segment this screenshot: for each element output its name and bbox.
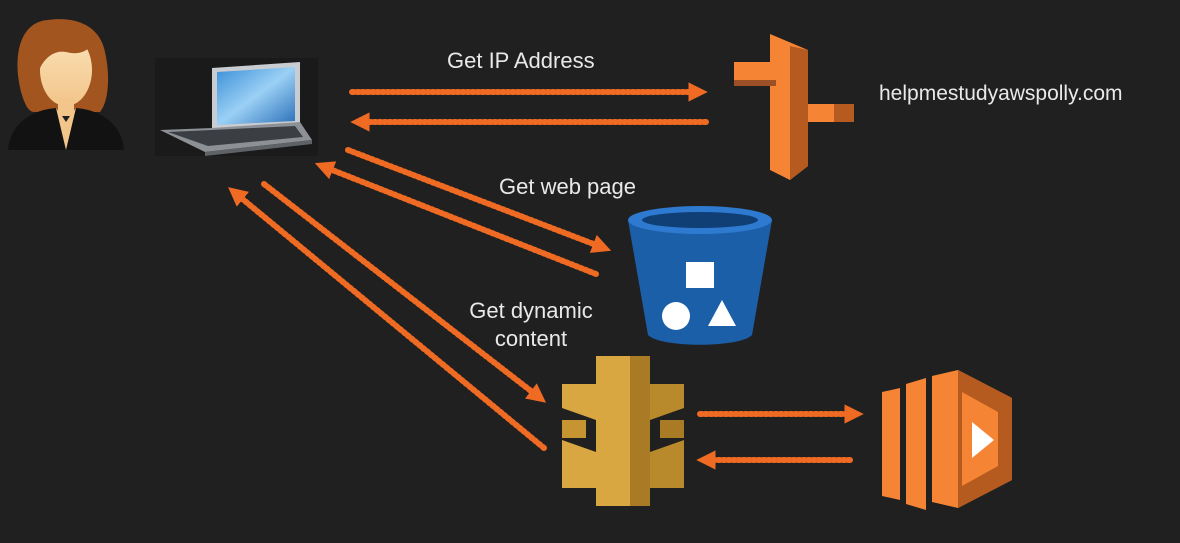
diagram-canvas: Get IP Address helpmestudyawspolly.com G…	[0, 0, 1180, 538]
arrows	[228, 82, 864, 470]
lambda-icon	[882, 370, 1012, 510]
label-get-ip-address: Get IP Address	[447, 48, 595, 73]
label-get-dynamic-content-line1: Get dynamic	[469, 298, 593, 323]
label-domain-name: helpmestudyawspolly.com	[879, 82, 1123, 105]
s3-bucket-icon	[628, 206, 772, 345]
user-avatar-icon	[8, 19, 124, 150]
arrow-laptop-to-gateway	[261, 181, 547, 403]
route53-dns-icon	[734, 34, 854, 180]
api-gateway-icon	[562, 356, 684, 506]
label-get-web-page: Get web page	[499, 174, 636, 199]
label-get-dynamic-content-line2: content	[494, 326, 568, 351]
laptop-tablet-icon	[155, 58, 318, 156]
